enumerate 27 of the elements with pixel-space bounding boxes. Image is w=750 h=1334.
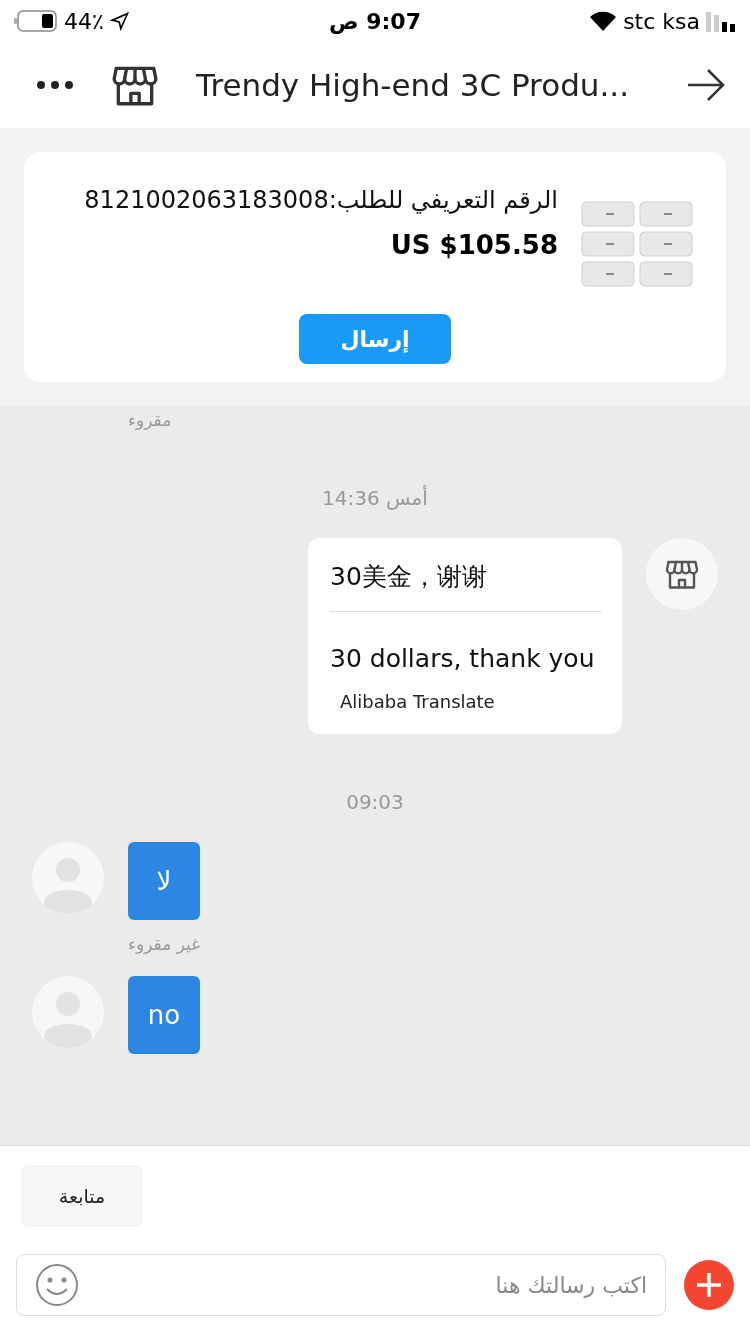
message-input[interactable]: اكتب رسالتك هنا — [91, 1271, 649, 1299]
order-price: US $105.58 — [390, 230, 558, 260]
wifi-icon — [589, 10, 618, 32]
clock: 9:07 ص — [329, 8, 421, 34]
store-title: Trendy High-end 3C Produ... — [196, 67, 631, 103]
location-icon — [109, 11, 130, 31]
message-bubble: لا — [128, 842, 200, 920]
message-time: أمس 14:36 — [322, 486, 428, 510]
battery-percent: 44٪ — [64, 8, 104, 34]
add-button[interactable] — [684, 1260, 734, 1310]
original-text: 30美金，谢谢 — [330, 560, 602, 612]
emoji-icon[interactable] — [35, 1263, 79, 1307]
follow-button[interactable]: متابعة — [22, 1166, 142, 1226]
message-time: 09:03 — [346, 790, 404, 814]
plus-icon — [694, 1270, 724, 1300]
arrow-right-icon[interactable] — [686, 67, 726, 103]
order-id: الرقم التعريفي للطلب:8121002063183008 — [84, 186, 558, 214]
battery-icon — [14, 10, 58, 32]
translator-label: Alibaba Translate — [340, 691, 496, 712]
read-status: مقروء — [128, 410, 172, 430]
message-bubble: no — [128, 976, 200, 1054]
read-status: غير مقروء — [128, 934, 201, 954]
message-field[interactable]: اكتب رسالتك هنا — [16, 1254, 666, 1316]
signal-icon — [706, 10, 736, 32]
translated-text: 30 dollars, thank you — [330, 644, 596, 673]
carrier-name: stc ksa — [623, 8, 700, 34]
more-icon[interactable] — [36, 80, 74, 90]
